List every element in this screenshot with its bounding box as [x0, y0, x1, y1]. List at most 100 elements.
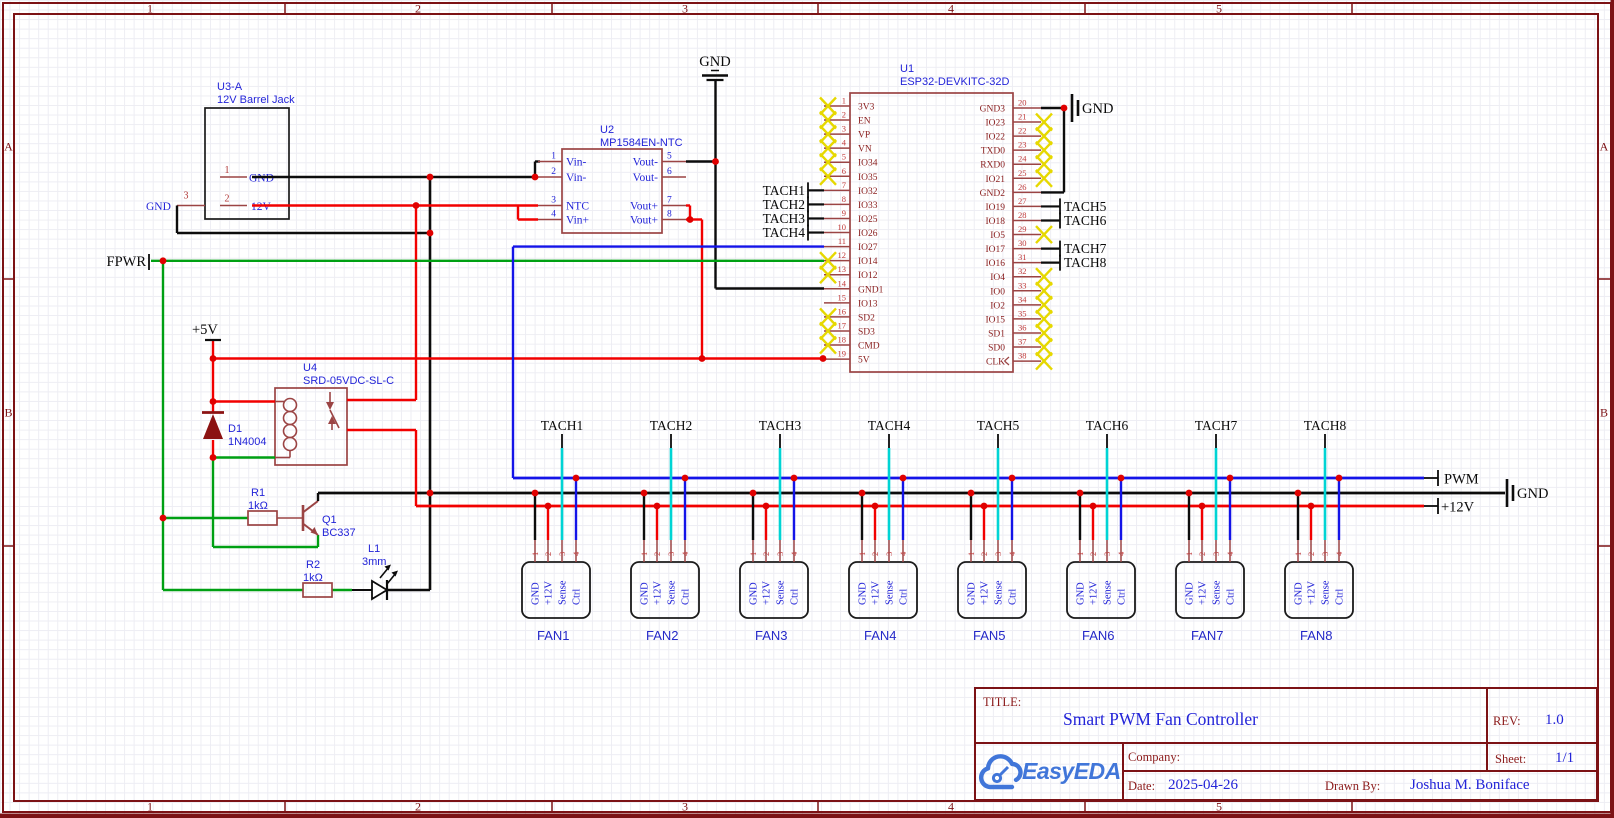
- resistor-r2[interactable]: [303, 583, 332, 597]
- refdes[interactable]: R2: [306, 559, 320, 571]
- net-label-tach[interactable]: TACH5: [1064, 199, 1107, 214]
- label: 3: [1211, 552, 1221, 556]
- net-label-tach[interactable]: TACH2: [650, 418, 692, 433]
- diode-icon: [203, 414, 223, 439]
- sheet-title[interactable]: Smart PWM Fan Controller: [1063, 709, 1258, 730]
- refdes[interactable]: D1: [228, 423, 242, 435]
- label: 8: [667, 210, 672, 220]
- label: 2: [225, 194, 230, 205]
- value[interactable]: 1kΩ: [248, 500, 268, 512]
- pin-name: GND2: [980, 189, 1006, 199]
- net-label-tach[interactable]: TACH7: [1064, 241, 1107, 256]
- value[interactable]: SRD-05VDC-SL-C: [303, 375, 394, 387]
- net-label-tach[interactable]: TACH6: [1064, 213, 1107, 228]
- pin-name: CMD: [858, 342, 880, 352]
- refdes[interactable]: Q1: [322, 514, 337, 526]
- fan-name[interactable]: FAN8: [1300, 628, 1333, 643]
- net-label-gnd[interactable]: GND: [699, 54, 730, 70]
- fan-pin-name: Sense: [667, 580, 678, 605]
- clk-marker-icon: [1005, 357, 1010, 361]
- label: 17: [838, 320, 847, 330]
- net-label-tach[interactable]: TACH1: [763, 183, 805, 198]
- label: 31: [1018, 252, 1027, 262]
- fan-pin-name: GND: [1294, 582, 1305, 605]
- pin-name: IO12: [858, 271, 878, 281]
- refdes[interactable]: U3-A: [217, 81, 243, 93]
- pin-name: IO27: [858, 243, 878, 253]
- net-label-tach[interactable]: TACH1: [541, 418, 583, 433]
- sheet-value[interactable]: 1/1: [1555, 750, 1574, 767]
- net-label-tach[interactable]: TACH8: [1304, 418, 1347, 433]
- label: 3: [1102, 552, 1112, 556]
- value[interactable]: ESP32-DEVKITC-32D: [900, 76, 1009, 88]
- junction-dot: [654, 503, 661, 510]
- resistor-r1[interactable]: [248, 511, 277, 525]
- barrel-jack-body[interactable]: [205, 108, 289, 219]
- net-label-gnd[interactable]: GND: [1517, 486, 1548, 502]
- fan-name[interactable]: FAN3: [755, 628, 788, 643]
- fan-pin-name: +12V: [871, 581, 882, 605]
- fan-pin-name: Sense: [1103, 580, 1114, 605]
- relay-coil-icon: [284, 438, 297, 451]
- fan-name[interactable]: FAN2: [646, 628, 679, 643]
- value[interactable]: 1kΩ: [303, 572, 323, 584]
- date-value[interactable]: 2025-04-26: [1168, 777, 1238, 794]
- label: 12: [838, 250, 847, 260]
- fan-name[interactable]: FAN4: [864, 628, 897, 643]
- fan-pin-name: Ctrl: [790, 589, 801, 605]
- net-label-tach[interactable]: TACH7: [1195, 418, 1238, 433]
- drawn-by-value[interactable]: Joshua M. Boniface: [1410, 777, 1530, 794]
- label: 15: [838, 292, 847, 302]
- junction-dot: [1077, 490, 1084, 497]
- fan-pin-name: Ctrl: [572, 589, 583, 605]
- fan-pin-name: Sense: [1212, 580, 1223, 605]
- value[interactable]: 12V Barrel Jack: [217, 94, 295, 106]
- net-label-tach[interactable]: TACH8: [1064, 255, 1107, 270]
- refdes[interactable]: U1: [900, 63, 914, 75]
- label: 10: [838, 222, 847, 232]
- net-label-gnd[interactable]: GND: [1082, 101, 1113, 117]
- value[interactable]: BC337: [322, 527, 356, 539]
- fan-name[interactable]: FAN1: [537, 628, 570, 643]
- net-label-tach[interactable]: TACH6: [1086, 418, 1129, 433]
- frame-inner-border[interactable]: [14, 14, 1598, 801]
- junction-dot: [900, 475, 907, 482]
- label: 5: [667, 152, 672, 162]
- label: 2: [761, 552, 771, 556]
- net-label-tach[interactable]: TACH4: [763, 225, 806, 240]
- junction-dot: [763, 503, 770, 510]
- value[interactable]: 3mm: [362, 556, 386, 568]
- fan-name[interactable]: FAN6: [1082, 628, 1115, 643]
- refdes[interactable]: U4: [303, 362, 317, 374]
- net-label-tach[interactable]: TACH2: [763, 197, 805, 212]
- pin-name: Vin-: [566, 157, 587, 169]
- net-label-tach[interactable]: TACH3: [759, 418, 802, 433]
- refdes[interactable]: U2: [600, 124, 614, 136]
- net-label-5v[interactable]: +5V: [192, 322, 218, 338]
- refdes[interactable]: R1: [251, 487, 265, 499]
- frame-outer-border[interactable]: [3, 3, 1611, 812]
- fan-name[interactable]: FAN7: [1191, 628, 1224, 643]
- net-label-tach[interactable]: TACH5: [977, 418, 1020, 433]
- net-label-fpwr[interactable]: FPWR: [107, 254, 147, 270]
- label: 1: [225, 165, 230, 176]
- junction-dot: [641, 490, 648, 497]
- net-label-tach[interactable]: TACH4: [868, 418, 911, 433]
- net-label-tach[interactable]: TACH3: [763, 211, 806, 226]
- refdes[interactable]: L1: [368, 543, 380, 555]
- value[interactable]: MP1584EN-NTC: [600, 137, 683, 149]
- value[interactable]: 1N4004: [228, 436, 267, 448]
- net-label-pwm[interactable]: PWM: [1444, 472, 1479, 488]
- net-label-12v[interactable]: +12V: [1441, 500, 1475, 516]
- rev-value[interactable]: 1.0: [1545, 712, 1564, 729]
- fan-pin-name: GND: [1076, 582, 1087, 605]
- frame-col-number: 5: [1216, 800, 1222, 814]
- pin-name: 5V: [858, 356, 870, 366]
- label: 2: [842, 110, 846, 120]
- fan-pin-name: Sense: [558, 580, 569, 605]
- schematic-canvas[interactable]: 1122334455AABBU3-A12V Barrel Jack123GND1…: [0, 0, 1614, 818]
- label: 36: [1018, 322, 1027, 332]
- label: 1: [530, 552, 540, 556]
- junction-dot: [210, 454, 217, 461]
- fan-name[interactable]: FAN5: [973, 628, 1006, 643]
